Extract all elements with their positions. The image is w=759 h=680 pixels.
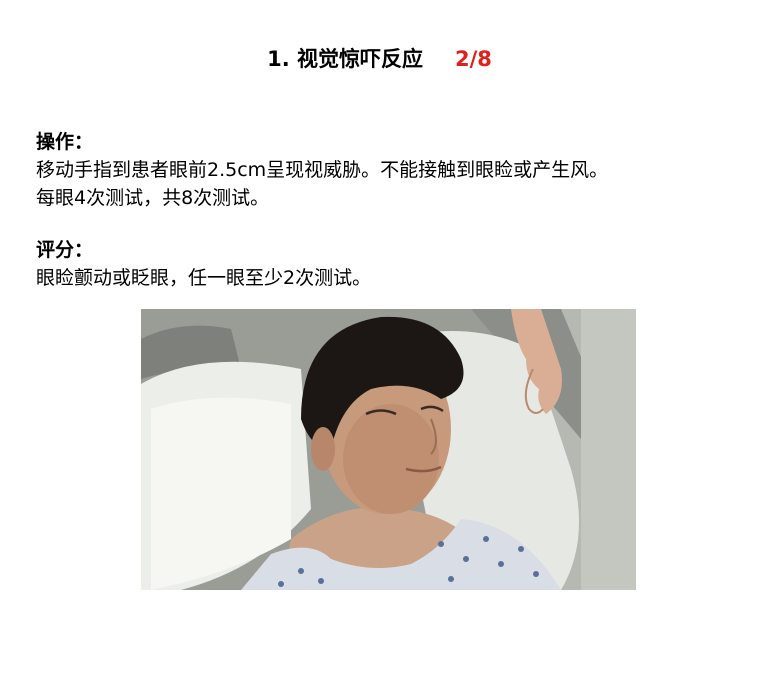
scoring-line-1: 眼睑颤动或眨眼，任一眼至少2次测试。 (36, 267, 372, 289)
operation-line-2: 每眼4次测试，共8次测试。 (36, 187, 270, 209)
patient-photo-illustration (141, 309, 636, 590)
operation-line-1: 移动手指到患者眼前2.5cm呈现视威胁。不能接触到眼睑或产生风。 (36, 159, 609, 181)
patient-photo (141, 309, 636, 590)
operation-section: 操作： 移动手指到患者眼前2.5cm呈现视威胁。不能接触到眼睑或产生风。 每眼4… (36, 128, 736, 212)
page-indicator: 2/8 (455, 47, 492, 71)
operation-heading: 操作： (36, 131, 94, 153)
scoring-section: 评分： 眼睑颤动或眨眼，任一眼至少2次测试。 (36, 236, 736, 292)
slide-title-row: 1. 视觉惊吓反应 2/8 (0, 44, 759, 74)
slide-title: 1. 视觉惊吓反应 (267, 47, 423, 71)
scoring-heading: 评分： (36, 239, 94, 261)
